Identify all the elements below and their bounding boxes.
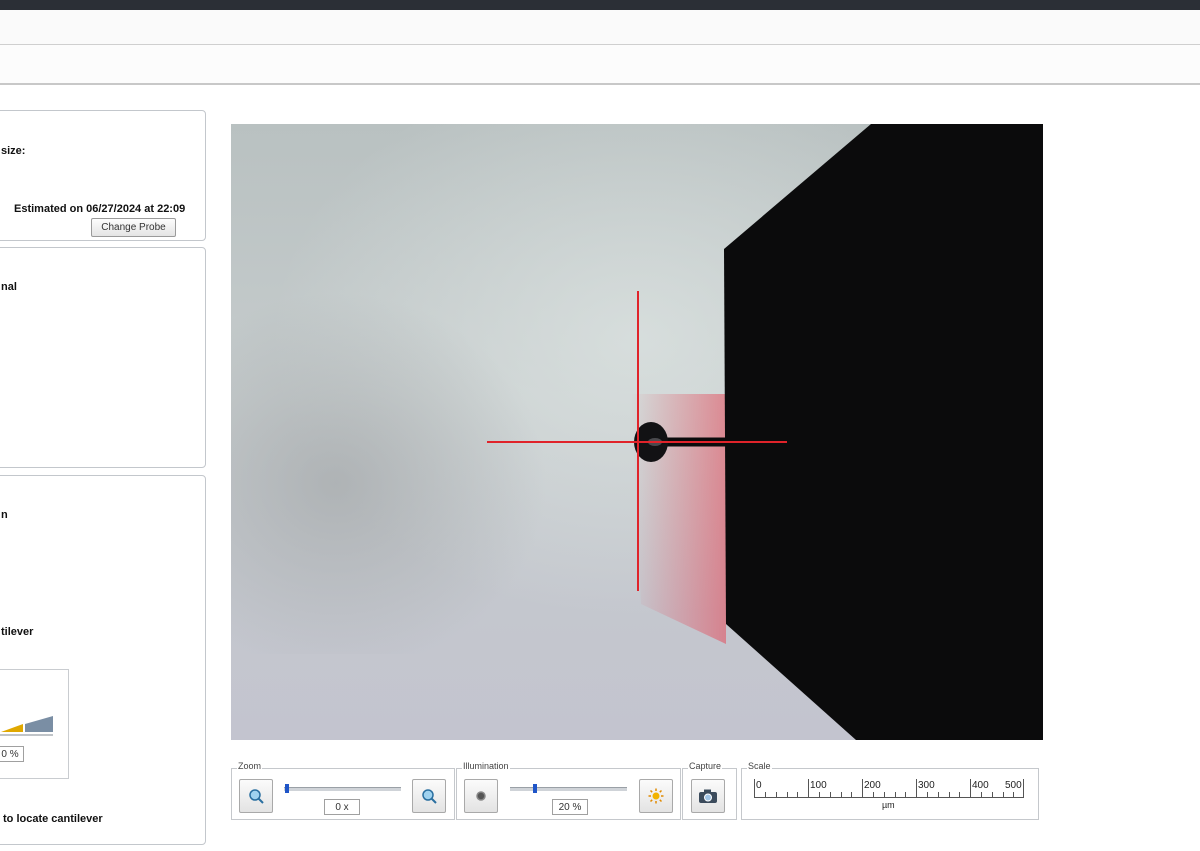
illumination-slider[interactable]: [510, 787, 627, 791]
zoom-value-field[interactable]: 0 x: [324, 799, 360, 815]
cantilever-gauge-box: 0 %: [0, 669, 69, 779]
capture-group: Capture: [682, 761, 737, 820]
camera-video-view[interactable]: [231, 124, 1043, 740]
scale-minor-tick: [1003, 792, 1004, 797]
scale-tick: [916, 779, 917, 797]
title-strip: [0, 10, 1200, 45]
scale-minor-tick: [787, 792, 788, 797]
cantilever-percent-field[interactable]: 0 %: [0, 746, 24, 762]
window-top-edge: [0, 0, 1200, 10]
scale-label: Scale: [747, 761, 772, 771]
probe-estimate-text: Estimated on 06/27/2024 at 22:09: [14, 203, 186, 215]
illumination-off-button[interactable]: [464, 779, 498, 813]
scale-minor-tick: [949, 792, 950, 797]
camera-controls-bar: Zoom 0 x Illumination 20 % Capture Scale…: [231, 760, 1039, 824]
illumination-label: Illumination: [462, 761, 510, 771]
toolbar-area: [0, 45, 1200, 85]
scale-minor-tick: [959, 792, 960, 797]
scale-minor-tick: [938, 792, 939, 797]
capture-button[interactable]: [691, 779, 725, 813]
scale-minor-tick: [905, 792, 906, 797]
scale-tick-label: 500: [1005, 780, 1022, 791]
scale-tick: [862, 779, 863, 797]
scale-minor-tick: [927, 792, 928, 797]
scale-tick-label: 0: [756, 780, 762, 791]
scale-tick-label: 400: [972, 780, 989, 791]
scale-minor-tick: [841, 792, 842, 797]
cantilever-gauge-icon: [1, 716, 53, 732]
locate-cantilever-text: to locate cantilever: [3, 813, 103, 825]
alignment-label: n: [1, 509, 8, 521]
zoom-out-button[interactable]: [239, 779, 273, 813]
cantilever-label: tilever: [1, 626, 34, 638]
scale-tick: [754, 779, 755, 797]
sun-icon: [648, 788, 664, 804]
scale-minor-tick: [873, 792, 874, 797]
scale-group: Scale 0 100 200 300 400 500 µm: [741, 761, 1039, 820]
scale-tick: [1023, 779, 1024, 797]
crosshair-horizontal: [487, 441, 787, 443]
signal-label: nal: [1, 281, 17, 293]
camera-icon: [699, 789, 717, 803]
dim-bulb-icon: [476, 791, 486, 801]
scale-minor-tick: [884, 792, 885, 797]
scale-tick-label: 100: [810, 780, 827, 791]
gauge-baseline: [0, 734, 53, 736]
scale-minor-tick: [851, 792, 852, 797]
scale-tick: [970, 779, 971, 797]
alignment-panel: n tilever 0 % to locate cantilever: [0, 475, 206, 845]
scale-minor-tick: [895, 792, 896, 797]
scale-minor-tick: [992, 792, 993, 797]
scale-tick-label: 300: [918, 780, 935, 791]
scale-minor-tick: [981, 792, 982, 797]
probe-panel: size: Estimated on 06/27/2024 at 22:09 C…: [0, 110, 206, 241]
zoom-slider[interactable]: [284, 787, 401, 791]
magnifier-plus-icon: [422, 789, 437, 804]
magnifier-minus-icon: [249, 789, 264, 804]
illumination-max-button[interactable]: [639, 779, 673, 813]
illumination-group: Illumination 20 %: [456, 761, 681, 820]
illumination-value-field[interactable]: 20 %: [552, 799, 588, 815]
scale-unit-label: µm: [882, 800, 895, 810]
scale-minor-tick: [765, 792, 766, 797]
illumination-slider-thumb[interactable]: [532, 784, 537, 793]
scale-ruler: [754, 797, 1024, 798]
change-probe-button[interactable]: Change Probe: [91, 218, 176, 237]
scale-minor-tick: [797, 792, 798, 797]
scale-minor-tick: [830, 792, 831, 797]
zoom-group: Zoom 0 x: [231, 761, 455, 820]
zoom-label: Zoom: [237, 761, 263, 771]
zoom-slider-thumb[interactable]: [285, 784, 289, 793]
signal-panel: nal: [0, 247, 206, 468]
scale-minor-tick: [819, 792, 820, 797]
scale-tick: [808, 779, 809, 797]
capture-label: Capture: [688, 761, 723, 771]
probe-size-label: size:: [1, 145, 26, 157]
scale-minor-tick: [776, 792, 777, 797]
scale-tick-label: 200: [864, 780, 881, 791]
zoom-in-button[interactable]: [412, 779, 446, 813]
scale-minor-tick: [1013, 792, 1014, 797]
